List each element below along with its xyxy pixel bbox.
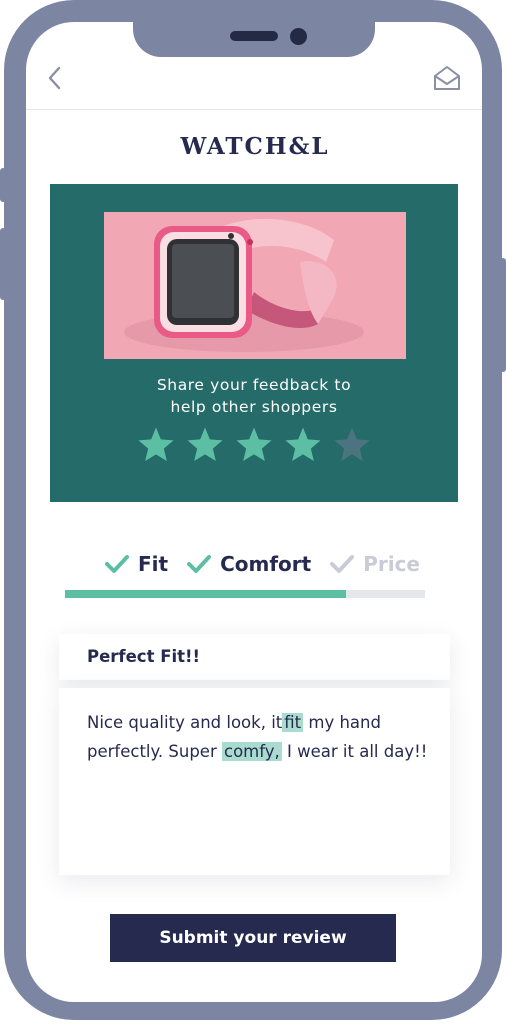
submit-review-button[interactable]: Submit your review	[110, 914, 396, 962]
progress-bar	[65, 590, 425, 598]
criterion-label: Comfort	[220, 552, 312, 576]
feedback-panel: Share your feedback to help other shoppe…	[50, 184, 458, 502]
check-icon	[186, 553, 212, 575]
watch-illustration	[104, 212, 406, 359]
speaker	[230, 31, 278, 41]
criterion-label: Fit	[138, 552, 169, 576]
criterion-price[interactable]: Price	[329, 552, 420, 576]
review-body-text: Nice quality and look, it fit my hand per…	[87, 708, 432, 766]
criterion-fit[interactable]: Fit	[104, 552, 168, 576]
criterion-comfort[interactable]: Comfort	[186, 552, 311, 576]
mail-button[interactable]	[430, 62, 464, 94]
review-criteria: Fit Comfort Price	[104, 548, 438, 580]
highlight-keyword: comfy,	[222, 742, 282, 761]
review-body-segment: Nice quality and look, it	[87, 713, 283, 732]
star-empty-icon[interactable]	[332, 425, 372, 465]
notch	[133, 0, 375, 57]
side-button	[0, 228, 6, 300]
camera	[290, 28, 307, 45]
star-rating[interactable]	[136, 425, 372, 465]
star-filled-icon[interactable]	[234, 425, 274, 465]
header-divider	[26, 109, 482, 110]
review-body-field[interactable]: Nice quality and look, it fit my hand per…	[59, 688, 450, 875]
highlight-keyword: fit	[282, 713, 304, 732]
review-title-field[interactable]: Perfect Fit!!	[59, 634, 450, 680]
chevron-left-icon	[48, 66, 61, 90]
envelope-open-icon	[434, 66, 460, 90]
prompt-line-1: Share your feedback to	[156, 376, 352, 394]
star-filled-icon[interactable]	[283, 425, 323, 465]
prompt-line-2: help other shoppers	[170, 398, 338, 416]
check-icon	[329, 553, 355, 575]
check-icon	[104, 553, 130, 575]
criterion-label: Price	[363, 552, 420, 576]
star-filled-icon[interactable]	[185, 425, 225, 465]
feedback-prompt: Share your feedback to help other shoppe…	[50, 374, 458, 418]
star-filled-icon[interactable]	[136, 425, 176, 465]
side-button	[500, 258, 506, 372]
side-button	[0, 168, 6, 202]
product-image	[104, 212, 406, 359]
review-body-segment: I wear it all day!!	[281, 742, 428, 761]
brand-logo: WATCH&L	[180, 133, 330, 160]
back-button[interactable]	[40, 62, 68, 94]
progress-fill	[65, 590, 346, 598]
review-title-text: Perfect Fit!!	[87, 647, 201, 666]
